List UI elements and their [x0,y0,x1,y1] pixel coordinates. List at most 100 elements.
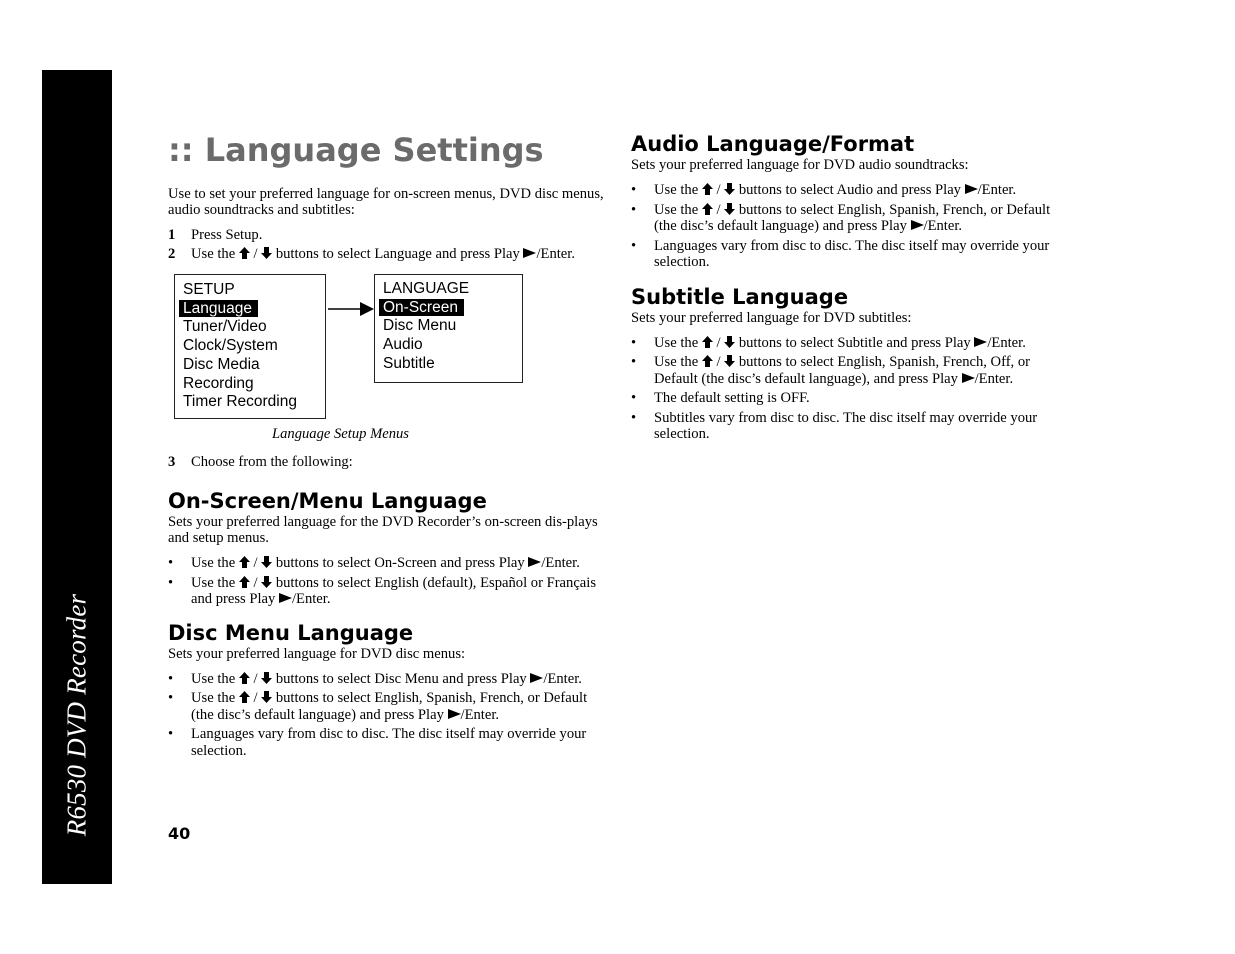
list-item-text: Use the / buttons to select Subtitle and… [654,334,1026,351]
down-arrow-icon [261,247,273,259]
down-arrow-icon [724,335,736,348]
up-arrow-icon [701,202,713,215]
up-arrow-icon [238,671,250,684]
list-item-text: Use the / buttons to select English, Spa… [654,201,1051,235]
down-arrow-icon [724,202,736,215]
play-icon [523,248,537,258]
right-column: Audio Language/Format Sets your preferre… [631,131,1071,446]
product-title: R6530 DVD Recorder [61,593,92,837]
list-item-text: Languages vary from disc to disc. The di… [191,726,587,759]
list-item-text: Use the / buttons to select English, Spa… [654,354,1031,387]
play-icon [961,372,975,383]
intro-text: Use to set your preferred language for o… [168,186,604,218]
down-arrow-icon [261,671,273,684]
setup-menu-item-tuner-video: Tuner/Video [183,318,267,336]
language-menu-item-on-screen: On-Screen [375,298,522,318]
language-menu-item-subtitle: Subtitle [383,354,435,372]
bullet-marker: • [168,726,174,742]
right-arrow-icon [328,302,374,316]
list-item: • Use the / buttons to select English, Sp… [631,354,1071,387]
section-description: Sets your preferred language for DVD sub… [631,309,912,326]
step-number: 1 [168,227,176,243]
language-menu-item-disc-menu: Disc Menu [383,317,457,335]
bullet-marker: • [631,354,637,370]
setup-menu-title: SETUP [183,281,235,298]
step-text: Use the / buttons to select Language and… [191,246,575,262]
bullet-marker: • [631,237,637,254]
step-number: 3 [168,454,176,470]
step-text: Choose from the following: [191,454,353,470]
list-item-text: Use the / buttons to select Audio and pr… [654,182,1017,198]
down-arrow-icon [724,355,736,367]
section-heading-audio: Audio Language/Format [631,132,915,156]
bullet-list: • Use the / buttons to select Disc Menu a… [168,671,608,760]
bullet-marker: • [168,555,174,571]
play-icon [974,336,988,347]
setup-menu-item-clock-system: Clock/System [183,337,278,355]
down-arrow-icon [724,183,736,195]
list-item-text: Subtitles vary from disc to disc. The di… [654,409,1038,443]
play-icon [530,672,544,683]
bullet-marker: • [631,182,637,198]
list-item: • Use the / buttons to select English, Sp… [168,690,608,723]
up-arrow-icon [238,575,250,588]
play-icon [447,708,461,719]
left-column: :: Language Settings Use to set your pre… [168,128,608,762]
list-item-text: Use the / buttons to select On-Screen an… [191,555,580,571]
step-2: 2 Use the / buttons to select Language a… [168,246,608,262]
list-item-text: Languages vary from disc to disc. The di… [654,237,1050,271]
setup-menu-item-timer-recording: Timer Recording [183,393,297,411]
step-1: 1 Press Setup. [168,227,608,243]
language-menu-title: LANGUAGE [383,280,470,297]
play-icon [278,593,292,603]
bullet-marker: • [168,670,174,687]
list-item: • Use the / buttons to select English (de… [168,575,608,608]
play-icon [964,184,978,194]
list-item-text: Use the / buttons to select English, Spa… [191,690,588,723]
step-3: 3 Choose from the following: [168,454,608,470]
list-item-text: Use the / buttons to select English (def… [191,574,597,608]
language-setup-figure: SETUP Language Tuner/Video Clock/System … [168,274,608,444]
bullet-list: • Use the / buttons to select On-Screen a… [168,555,608,608]
list-item: • Use the / buttons to select Audio and p… [631,182,1071,199]
down-arrow-icon [261,575,273,588]
up-arrow-icon [701,183,713,195]
up-arrow-icon [701,355,713,367]
list-item: • Languages vary from disc to disc. The d… [168,726,608,759]
steps-list: 1 Press Setup. 2 Use the / buttons to se… [168,227,608,262]
figure-caption: Language Setup Menus [271,426,409,442]
list-item-text: Use the / buttons to select Disc Menu an… [191,670,582,687]
section-description: Sets your preferred language for DVD dis… [168,645,466,662]
section-heading-disc-menu: Disc Menu Language [168,620,414,645]
language-menu-item-audio: Audio [383,336,423,354]
step-number: 2 [168,246,176,262]
page-number: 40 [168,824,191,843]
bullet-marker: • [631,201,637,218]
list-item: • Use the / buttons to select Subtitle an… [631,335,1071,352]
setup-menu-item-recording: Recording [183,374,254,392]
section-heading-subtitle: Subtitle Language [631,284,849,309]
down-arrow-icon [261,691,273,703]
bullet-marker: • [631,390,637,406]
play-icon [910,220,924,230]
up-arrow-icon [701,335,713,348]
bullet-marker: • [631,409,637,426]
list-item: • The default setting is OFF. [631,390,1071,407]
bullet-list: • Use the / buttons to select Audio and p… [631,182,1071,271]
step-text: Press Setup. [191,227,263,243]
setup-menu-item-language: Language [175,299,325,319]
bullet-marker: • [168,690,174,706]
up-arrow-icon [238,556,250,568]
bullet-marker: • [631,334,637,351]
up-arrow-icon [238,691,250,703]
setup-menu-item-disc-media: Disc Media [183,355,260,373]
page-title: :: Language Settings [168,131,544,169]
section-description: Sets your preferred language for DVD aud… [631,157,969,173]
list-item-text: The default setting is OFF. [654,390,810,406]
list-item: • Subtitles vary from disc to disc. The d… [631,410,1071,443]
bullet-marker: • [168,574,174,591]
setup-menu: SETUP Language Tuner/Video Clock/System … [174,274,326,419]
list-item: • Use the / buttons to select On-Screen a… [168,555,608,572]
list-item: • Use the / buttons to select English, Sp… [631,202,1071,235]
up-arrow-icon [238,247,250,259]
